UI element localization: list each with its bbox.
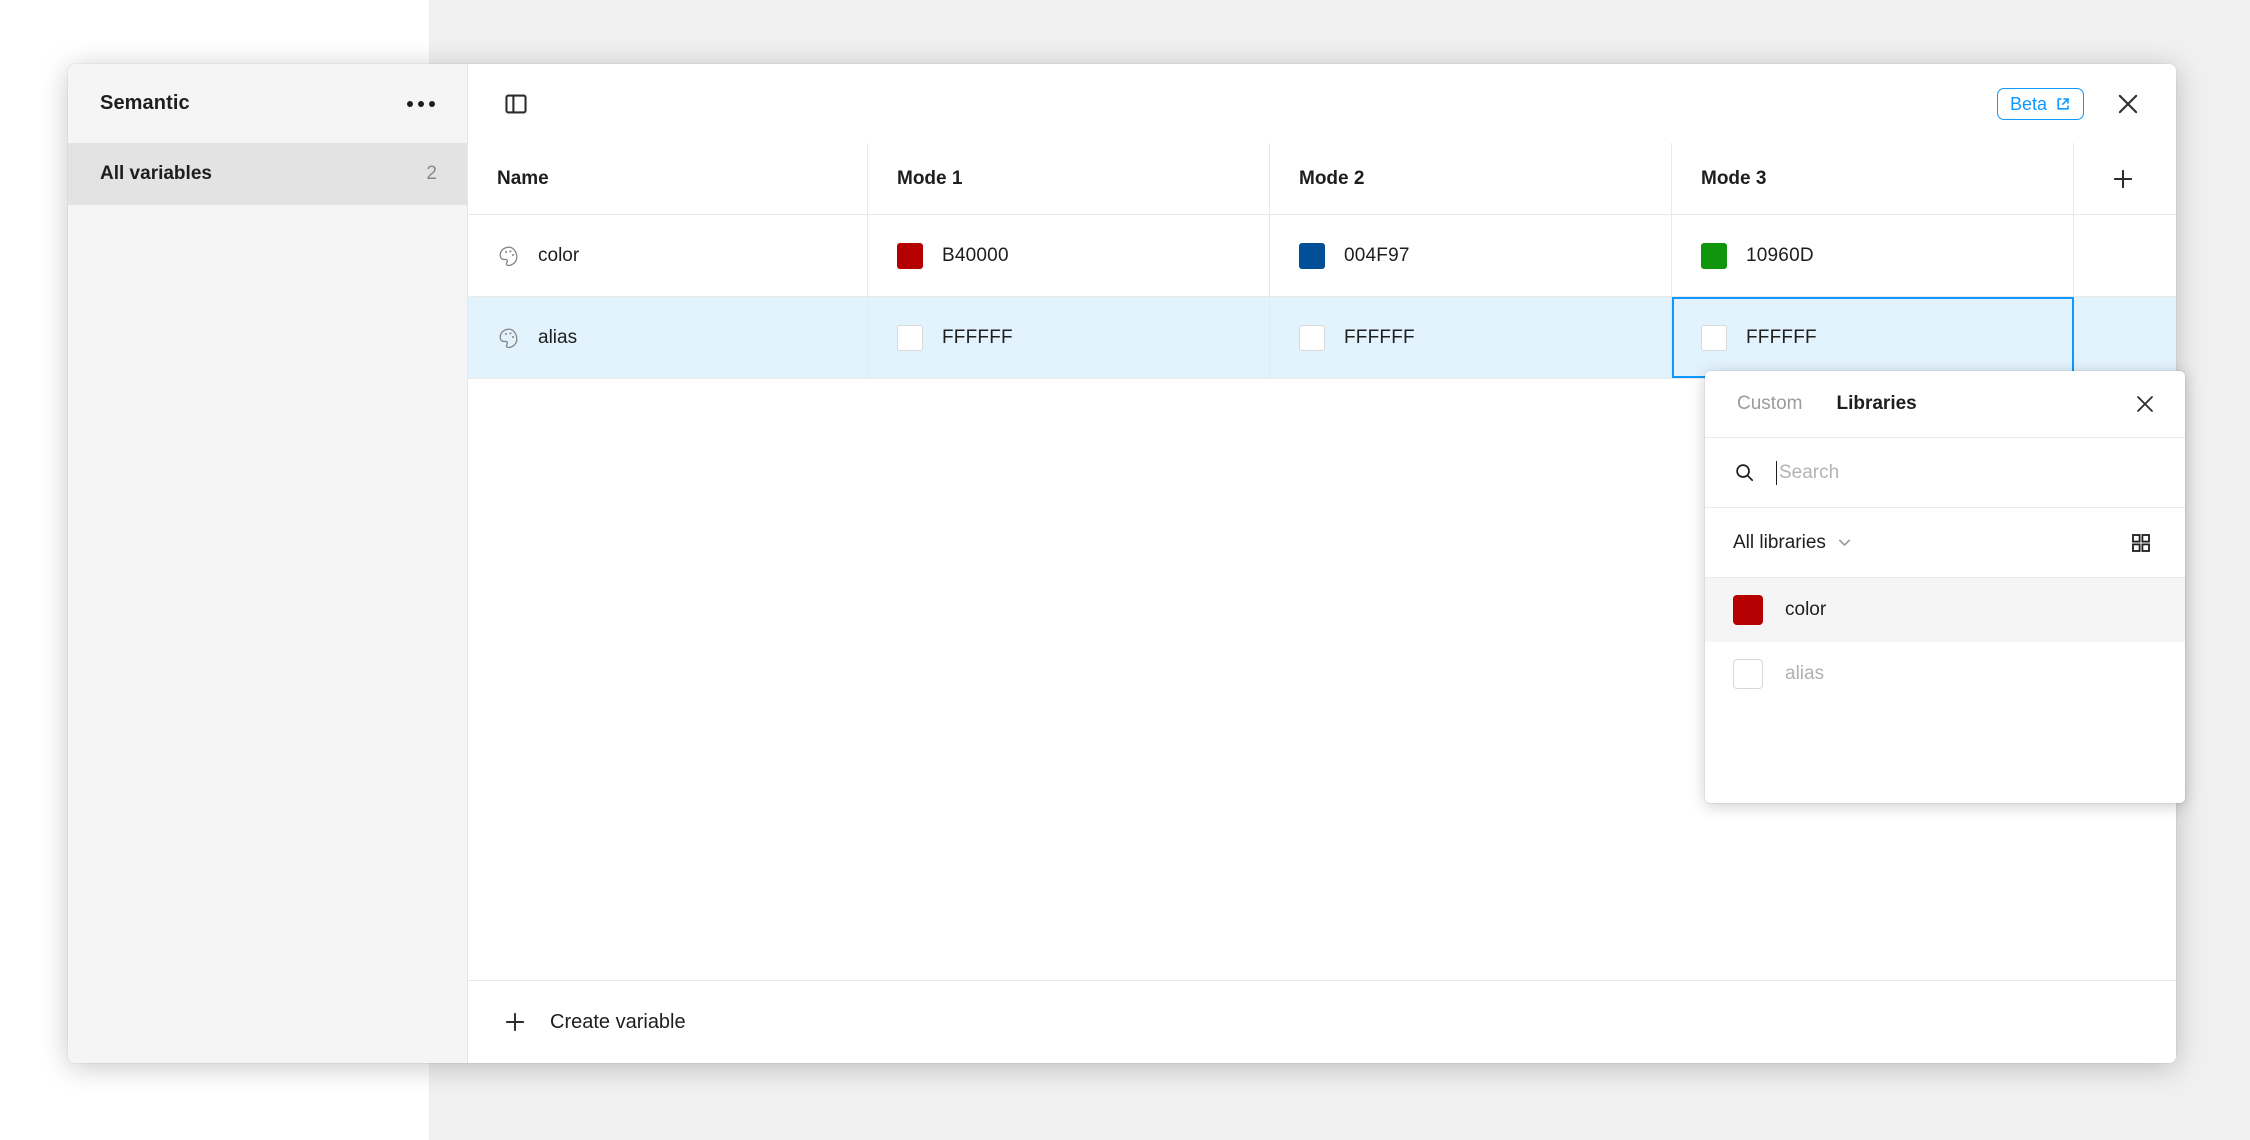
more-horizontal-icon[interactable] <box>403 95 439 113</box>
tab-libraries[interactable]: Libraries <box>1836 393 1916 415</box>
hex-value-label: B40000 <box>942 244 1009 266</box>
column-header-name[interactable]: Name <box>468 143 868 214</box>
dot <box>429 100 435 107</box>
color-swatch <box>1299 242 1325 269</box>
variable-value-cell-mode-3[interactable]: 10960D <box>1672 215 2074 296</box>
color-palette-icon <box>497 326 521 350</box>
close-popover-button[interactable] <box>2123 382 2167 426</box>
collection-title: Semantic <box>100 92 190 114</box>
column-header-mode-1[interactable]: Mode 1 <box>868 143 1270 214</box>
hex-value-label: FFFFFF <box>1344 326 1415 348</box>
create-variable-label: Create variable <box>550 1010 686 1033</box>
list-item[interactable]: color <box>1705 578 2185 642</box>
sidebar-empty-area <box>68 205 467 1063</box>
sidebar-item-count: 2 <box>426 163 437 184</box>
add-mode-button[interactable] <box>2074 143 2176 214</box>
variable-value-cell-mode-2[interactable]: 004F97 <box>1270 215 1672 296</box>
color-swatch <box>1733 595 1763 625</box>
sidebar-panel-toggle-icon[interactable] <box>494 82 538 126</box>
color-swatch <box>1733 659 1763 689</box>
main-toolbar: Beta <box>468 64 2176 143</box>
color-swatch <box>1701 324 1727 351</box>
color-swatch <box>897 242 923 269</box>
variables-sidebar: Semantic All variables 2 <box>68 64 468 1063</box>
column-header-mode-3[interactable]: Mode 3 <box>1672 143 2074 214</box>
list-item: alias <box>1705 642 2185 706</box>
variable-name-cell[interactable]: alias <box>468 297 868 378</box>
variable-name-cell[interactable]: color <box>468 215 868 296</box>
popover-header: Custom Libraries <box>1705 371 2185 438</box>
column-header-label: Mode 3 <box>1701 167 1767 189</box>
variable-name-label: color <box>538 244 580 266</box>
column-header-label: Name <box>497 167 549 189</box>
popover-filter-row: All libraries <box>1705 508 2185 578</box>
beta-badge-label: Beta <box>2009 93 2047 114</box>
chevron-down-icon <box>1836 534 1853 551</box>
table-row[interactable]: color B40000 004F97 10960D <box>468 215 2176 297</box>
library-variable-list: color alias <box>1705 578 2185 803</box>
table-row[interactable]: alias FFFFFF FFFFFF FFFFFF <box>468 297 2176 379</box>
dot <box>418 100 424 107</box>
tab-custom[interactable]: Custom <box>1737 393 1802 415</box>
search-icon <box>1733 461 1756 484</box>
close-modal-button[interactable] <box>2106 82 2150 126</box>
color-swatch <box>897 324 923 351</box>
library-filter-dropdown[interactable]: All libraries <box>1733 532 1853 554</box>
library-filter-label: All libraries <box>1733 531 1826 553</box>
search-input[interactable] <box>1776 460 2165 485</box>
variable-value-cell-mode-2[interactable]: FFFFFF <box>1270 297 1672 378</box>
variable-value-cell-mode-1[interactable]: FFFFFF <box>868 297 1270 378</box>
row-overflow-cell <box>2074 297 2176 378</box>
color-swatch <box>1701 242 1727 269</box>
hex-value-label: FFFFFF <box>942 326 1013 348</box>
external-link-icon <box>2055 96 2071 112</box>
column-header-label: Mode 2 <box>1299 167 1365 189</box>
beta-badge-button[interactable]: Beta <box>1996 87 2084 120</box>
variable-value-cell-mode-1[interactable]: B40000 <box>868 215 1270 296</box>
variable-name-label: alias <box>538 326 578 348</box>
list-item-label: color <box>1785 599 1827 620</box>
row-overflow-cell <box>2074 215 2176 296</box>
column-header-label: Mode 1 <box>897 167 963 189</box>
hex-value-label: FFFFFF <box>1746 326 1817 348</box>
create-variable-button[interactable]: Create variable <box>468 980 2176 1063</box>
sidebar-item-all-variables[interactable]: All variables 2 <box>68 143 467 205</box>
sidebar-item-label: All variables <box>100 163 212 184</box>
popover-search-row <box>1705 438 2185 508</box>
hex-value-label: 004F97 <box>1344 244 1410 266</box>
color-swatch <box>1299 324 1325 351</box>
color-palette-icon <box>497 244 521 268</box>
variable-value-cell-mode-3-selected[interactable]: FFFFFF <box>1672 297 2074 378</box>
sidebar-header: Semantic <box>68 64 467 143</box>
dot <box>407 100 413 107</box>
column-header-mode-2[interactable]: Mode 2 <box>1270 143 1672 214</box>
list-item-label: alias <box>1785 663 1825 684</box>
library-picker-popover: Custom Libraries All libraries <box>1705 371 2185 803</box>
grid-view-icon[interactable] <box>2119 521 2163 565</box>
table-header-row: Name Mode 1 Mode 2 Mode 3 <box>468 143 2176 215</box>
plus-icon <box>502 1009 528 1035</box>
hex-value-label: 10960D <box>1746 244 1814 266</box>
